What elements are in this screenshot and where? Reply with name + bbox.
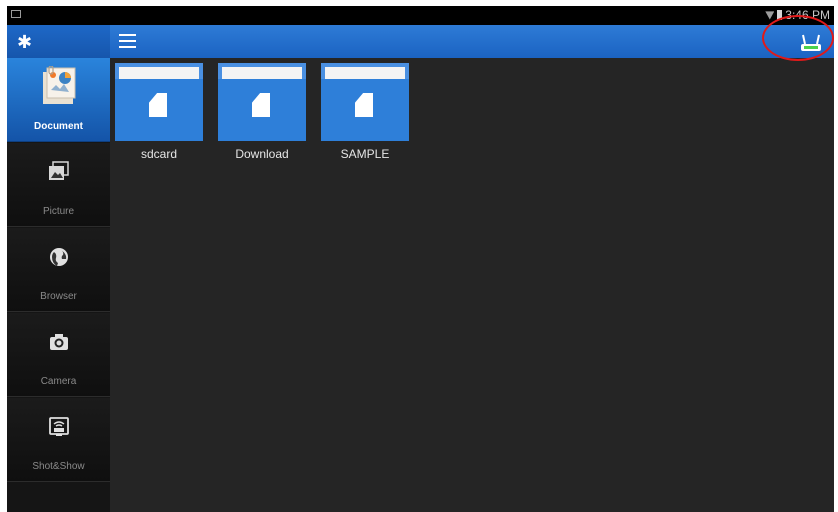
folder-label[interactable]: SAMPLE (321, 147, 409, 161)
folder-sdcard[interactable] (115, 63, 203, 141)
folder-label[interactable]: Download (218, 147, 306, 161)
app-window: 3:46 PM ✱ Document Picture Browser Camer… (7, 6, 834, 512)
wifi-icon (765, 11, 774, 20)
camera-icon (48, 331, 70, 358)
folder-download[interactable] (218, 63, 306, 141)
sidebar-item-browser[interactable]: Browser (7, 228, 110, 312)
notification-icon (11, 10, 21, 18)
gear-icon: ✱ (17, 31, 33, 52)
sidebar-item-label: Browser (40, 291, 77, 302)
globe-icon (48, 246, 70, 273)
picture-icon (48, 161, 70, 188)
sidebar-nav: Document Picture Browser Camera Shot&Sho… (7, 58, 110, 512)
status-bar: 3:46 PM (7, 6, 834, 25)
sidebar-item-picture[interactable]: Picture (7, 143, 110, 227)
sidebar-item-document[interactable]: Document (7, 58, 110, 142)
highlight-annotation (762, 15, 834, 61)
sidebar-item-label: Document (34, 121, 83, 132)
folder-sample[interactable] (321, 63, 409, 141)
top-toolbar: ✱ (7, 25, 834, 58)
document-icon (39, 65, 79, 111)
sidebar-item-camera[interactable]: Camera (7, 313, 110, 397)
sidebar-item-label: Shot&Show (32, 461, 85, 472)
sidebar-item-label: Picture (42, 206, 75, 217)
sidebar-item-shotshow[interactable]: Shot&Show (7, 398, 110, 482)
screen-share-icon (48, 416, 70, 443)
folder-label[interactable]: sdcard (115, 147, 203, 161)
sidebar-item-label: Camera (40, 376, 77, 387)
hamburger-menu-icon[interactable] (119, 34, 136, 48)
settings-button[interactable]: ✱ (7, 25, 110, 58)
